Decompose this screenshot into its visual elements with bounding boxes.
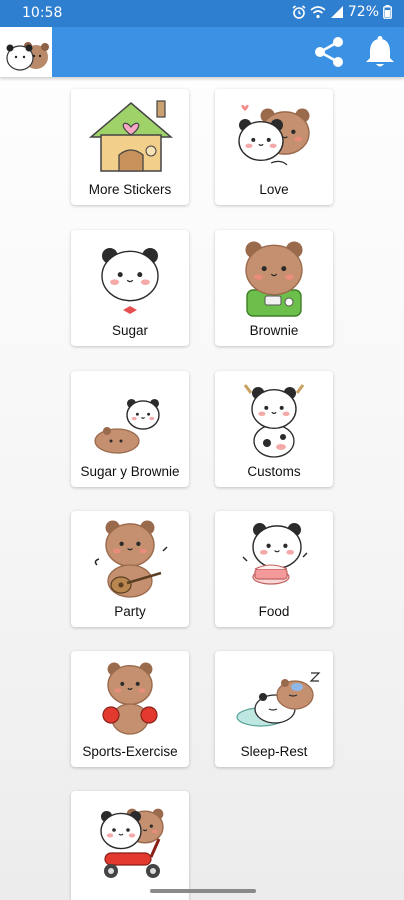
signal-icon <box>330 6 343 18</box>
house-icon <box>88 100 174 172</box>
scooter-pair-icon <box>100 808 164 878</box>
pair-icon <box>94 399 160 454</box>
bell-icon <box>366 36 394 67</box>
category-label: Sugar <box>111 323 149 338</box>
battery-percent: 72% <box>347 4 379 20</box>
category-label: Party <box>114 604 146 619</box>
sticker-category-card[interactable] <box>71 791 189 900</box>
sleeping-pair-icon <box>236 672 321 727</box>
boxing-bear-icon <box>102 662 158 735</box>
panda-bear-logo-icon <box>6 42 49 71</box>
gesture-nav-handle[interactable] <box>150 889 256 893</box>
category-label: Sleep-Rest <box>240 744 308 759</box>
sticker-category-card[interactable]: Brownie <box>215 230 333 346</box>
status-bar: 10:58 72% <box>0 0 404 27</box>
guitar-bear-icon <box>94 520 168 598</box>
cow-costume-icon <box>243 384 305 458</box>
sticker-category-card[interactable]: Sleep-Rest <box>215 651 333 767</box>
cake-panda-icon <box>242 523 308 585</box>
sticker-category-card[interactable]: Party <box>71 511 189 627</box>
sticker-category-card[interactable]: Sports-Exercise <box>71 651 189 767</box>
panda-icon <box>101 248 159 314</box>
status-time: 10:58 <box>22 5 63 21</box>
category-label: Love <box>259 182 289 197</box>
sticker-category-card[interactable]: Food <box>215 511 333 627</box>
share-icon <box>315 37 343 67</box>
category-label: Sports-Exercise <box>82 744 178 759</box>
category-label: Customs <box>247 464 301 479</box>
category-label: Sugar y Brownie <box>80 464 180 479</box>
app-bar <box>0 27 404 77</box>
category-label: Brownie <box>249 323 299 338</box>
bear-icon <box>245 241 303 317</box>
category-label: More Stickers <box>88 182 172 197</box>
sticker-category-card[interactable]: More Stickers <box>71 89 189 205</box>
wifi-icon <box>310 6 326 19</box>
notifications-button[interactable] <box>361 33 399 71</box>
category-label: Food <box>258 604 290 619</box>
alarm-icon <box>292 5 306 19</box>
sticker-category-card[interactable]: Customs <box>215 371 333 487</box>
sticker-category-card[interactable]: Sugar <box>71 230 189 346</box>
hug-icon <box>238 104 310 166</box>
sticker-category-card[interactable]: Love <box>215 89 333 205</box>
share-button[interactable] <box>310 33 348 71</box>
battery-icon <box>383 5 392 19</box>
sticker-category-card[interactable]: Sugar y Brownie <box>71 371 189 487</box>
app-logo <box>0 27 52 77</box>
